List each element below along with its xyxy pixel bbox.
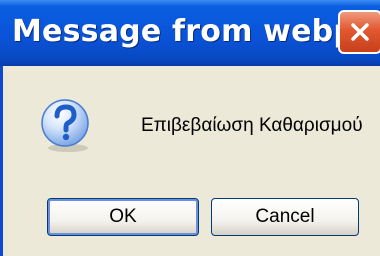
title-bar[interactable]: Message from webpage xyxy=(0,0,380,66)
ok-button[interactable]: OK xyxy=(47,198,199,236)
cancel-button[interactable]: Cancel xyxy=(211,198,359,236)
message-dialog: Message from webpage Επιβεβαίωση Καθαρισ… xyxy=(0,0,380,256)
question-icon xyxy=(41,99,89,152)
close-button[interactable] xyxy=(338,10,380,54)
dialog-message: Επιβεβαίωση Καθαρισμού xyxy=(141,115,363,136)
window-title: Message from webpage xyxy=(12,14,380,49)
close-x-icon xyxy=(351,23,369,41)
dialog-body: Επιβεβαίωση Καθαρισμού OK Cancel xyxy=(0,66,380,256)
